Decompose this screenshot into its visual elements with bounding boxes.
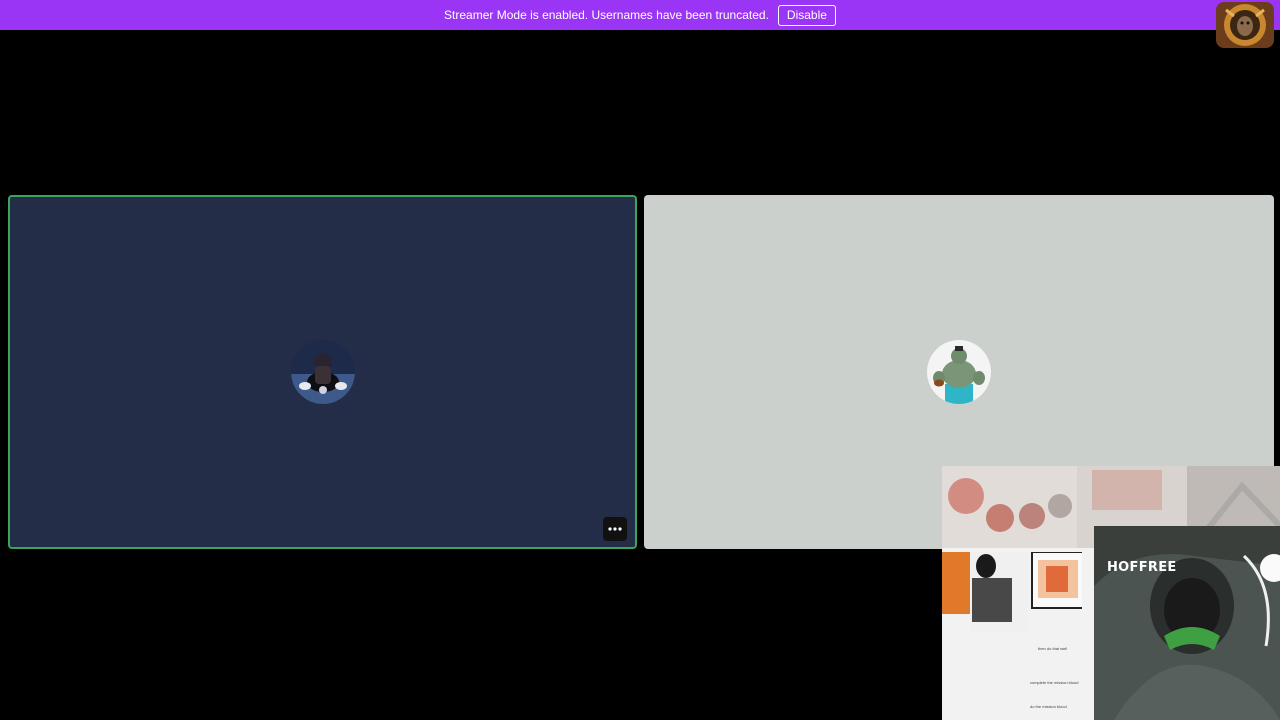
streamer-name-label: HOFFREE [1107, 560, 1177, 575]
overlay-caption: complete the mission blood [1030, 680, 1079, 685]
participant-avatar [927, 340, 991, 404]
overlay-caption: then do that well [1038, 646, 1068, 651]
participant-avatar [290, 340, 355, 404]
more-options-icon[interactable] [603, 517, 627, 541]
streamer-mode-banner: Streamer Mode is enabled. Usernames have… [0, 0, 1280, 30]
call-window: Streamer Mode is enabled. Usernames have… [0, 0, 1280, 720]
stream-overlay: HOFFREE complete the mission blood do th… [942, 466, 1280, 720]
streamer-mode-message: Streamer Mode is enabled. Usernames have… [444, 8, 769, 22]
user-avatar[interactable] [1216, 2, 1274, 48]
participant-tile-speaking[interactable] [8, 195, 637, 549]
disable-streamer-mode-button[interactable]: Disable [777, 4, 836, 26]
streamer-webcam [1054, 526, 1280, 720]
overlay-caption: do the mission blood [1030, 704, 1067, 709]
